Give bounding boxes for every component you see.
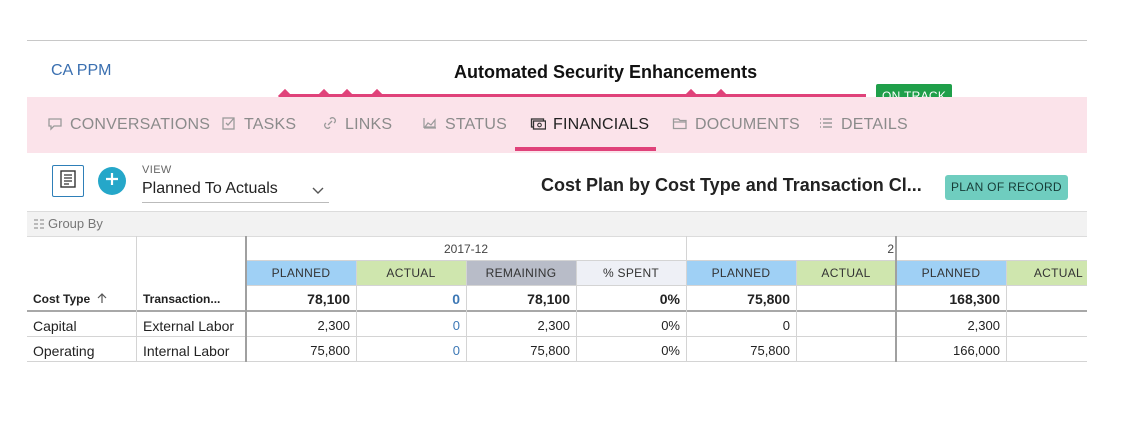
grid-line <box>136 236 137 362</box>
folder-icon <box>672 115 688 136</box>
grid-line <box>246 260 1087 261</box>
list-icon <box>818 115 834 136</box>
chevron-down-icon <box>311 181 325 205</box>
cell-transaction[interactable]: External Labor <box>137 314 245 338</box>
cell-percent-spent[interactable]: 0% <box>576 339 686 362</box>
col-header-planned[interactable]: PLANNED <box>686 261 796 285</box>
sort-ascending-icon <box>93 292 108 306</box>
group-by-bar[interactable]: Group By <box>27 211 1087 237</box>
add-button[interactable] <box>98 167 126 195</box>
col-header-transaction[interactable]: Transaction... <box>137 288 245 310</box>
view-select-value: Planned To Actuals <box>142 180 278 197</box>
cell-transaction[interactable]: Internal Labor <box>137 339 245 362</box>
cell-cost-type[interactable]: Capital <box>27 314 136 338</box>
grid-line <box>356 261 357 362</box>
tab-label: FINANCIALS <box>553 116 650 133</box>
cell-remaining[interactable]: 75,800 <box>466 339 576 362</box>
link-icon <box>322 115 338 136</box>
cell-planned[interactable]: 166,000 <box>896 339 1006 362</box>
col-header-actual[interactable]: ACTUAL <box>356 261 466 285</box>
cell-cost-type[interactable]: Operating <box>27 339 136 362</box>
tab-label: CONVERSATIONS <box>70 116 211 133</box>
document-icon <box>58 169 78 194</box>
cell-planned[interactable]: 2,300 <box>246 314 356 338</box>
tab-label: DETAILS <box>841 116 908 133</box>
period-header: 2 <box>887 242 894 256</box>
col-header-label: Cost Type <box>33 292 91 306</box>
tab-conversations[interactable]: CONVERSATIONS <box>47 97 210 153</box>
cell-planned[interactable]: 2,300 <box>896 314 1006 338</box>
col-header-planned[interactable]: PLANNED <box>896 261 1006 285</box>
period-header: 2017-12 <box>443 242 489 256</box>
group-by-label: Group By <box>48 216 103 231</box>
tab-label: LINKS <box>345 116 393 133</box>
tab-links[interactable]: LINKS <box>322 97 392 153</box>
grid-line <box>895 236 897 362</box>
active-tab-indicator <box>515 147 656 151</box>
cell-percent-spent[interactable]: 0% <box>576 314 686 338</box>
speech-bubble-icon <box>47 115 63 136</box>
col-header-percent-spent[interactable]: % SPENT <box>576 261 686 285</box>
area-chart-icon <box>422 115 438 136</box>
financial-grid: Group By PLANNED ACTUAL REMAINING % SPEN… <box>27 211 1087 362</box>
total-planned: 75,800 <box>747 291 790 307</box>
col-header-remaining[interactable]: REMAINING <box>466 261 576 285</box>
col-header-actual[interactable]: ACTUAL <box>1006 261 1087 285</box>
tab-label: TASKS <box>244 116 297 133</box>
grid-line <box>27 361 1087 362</box>
total-remaining: 78,100 <box>527 291 570 307</box>
plus-icon <box>104 171 120 192</box>
grid-line <box>796 261 797 362</box>
tab-financials[interactable]: FINANCIALS <box>530 97 649 153</box>
project-title: Automated Security Enhancements <box>454 62 758 82</box>
tab-details[interactable]: DETAILS <box>818 97 908 153</box>
cell-actual[interactable]: 0 <box>356 339 466 362</box>
total-percent-spent: 0% <box>659 291 680 307</box>
cell-remaining[interactable]: 2,300 <box>466 314 576 338</box>
grid-line <box>466 261 467 362</box>
grid-line <box>576 261 577 362</box>
total-planned: 168,300 <box>949 291 1000 307</box>
cell-planned[interactable]: 75,800 <box>686 339 796 362</box>
top-divider <box>27 40 1087 41</box>
details-panel-button[interactable] <box>52 165 84 197</box>
grid-line <box>245 236 247 362</box>
total-planned: 78,100 <box>307 291 350 307</box>
total-actual[interactable]: 0 <box>356 288 466 310</box>
grid-line <box>686 236 687 362</box>
grid-line <box>27 336 1087 337</box>
plan-of-record-badge: PLAN OF RECORD <box>945 175 1068 200</box>
checkbox-icon <box>221 115 237 136</box>
cost-plan-title[interactable]: Cost Plan by Cost Type and Transaction C… <box>541 175 922 196</box>
cell-actual[interactable]: 0 <box>356 314 466 338</box>
grid-line <box>1006 261 1007 362</box>
tab-bar: CONVERSATIONS TASKS LINKS STATUS FINANCI… <box>27 97 1087 153</box>
tab-label: DOCUMENTS <box>695 116 800 133</box>
col-header-cost-type[interactable]: Cost Type <box>27 288 136 310</box>
grid-line <box>27 310 1087 312</box>
money-icon <box>530 115 547 136</box>
app-name-link[interactable]: CA PPM <box>51 62 111 80</box>
view-select[interactable]: Planned To Actuals <box>142 177 329 203</box>
view-label: VIEW <box>142 164 172 176</box>
tab-tasks[interactable]: TASKS <box>221 97 296 153</box>
grid-line <box>246 285 1087 286</box>
col-header-planned[interactable]: PLANNED <box>246 261 356 285</box>
tab-status[interactable]: STATUS <box>422 97 507 153</box>
group-by-icon <box>34 219 44 229</box>
cell-planned[interactable]: 0 <box>686 314 796 338</box>
tab-label: STATUS <box>445 116 507 133</box>
tab-documents[interactable]: DOCUMENTS <box>672 97 800 153</box>
cell-planned[interactable]: 75,800 <box>246 339 356 362</box>
col-header-actual[interactable]: ACTUAL <box>796 261 896 285</box>
